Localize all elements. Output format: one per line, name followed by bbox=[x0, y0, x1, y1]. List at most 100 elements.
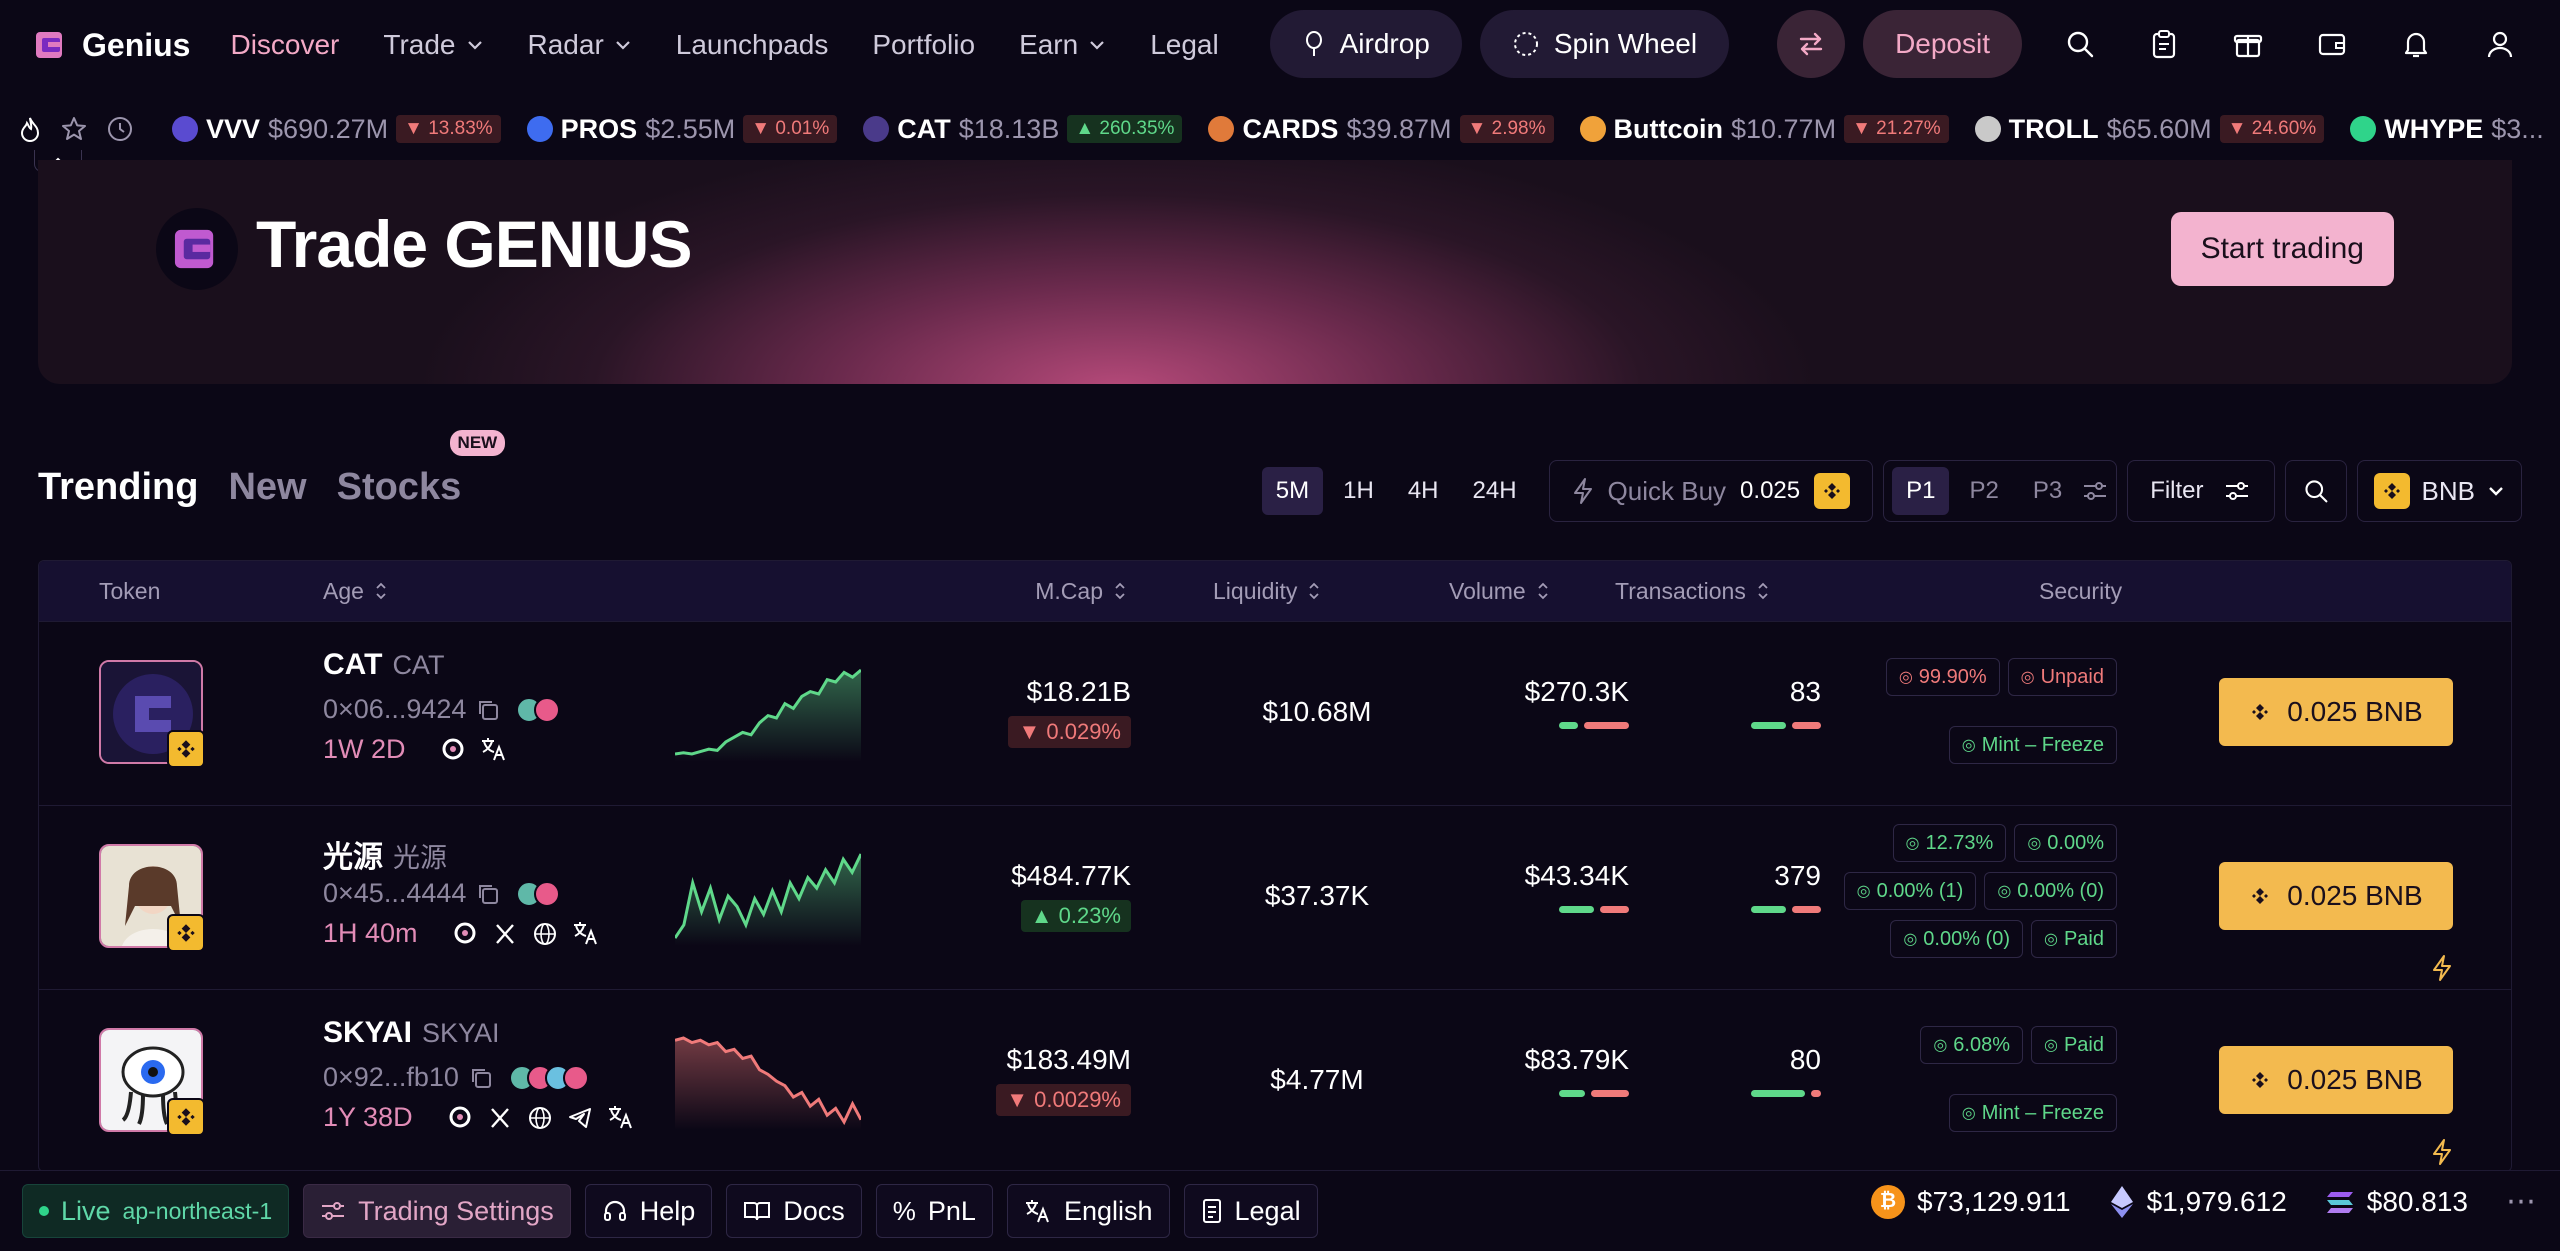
brand-logo[interactable]: Genius bbox=[34, 27, 190, 64]
ticker-item[interactable]: PROS $2.55M ▼ 0.01% bbox=[526, 114, 838, 145]
docs-button[interactable]: Docs bbox=[726, 1184, 862, 1238]
copy-icon[interactable] bbox=[476, 698, 500, 722]
tab-new[interactable]: New bbox=[228, 466, 306, 509]
col-age[interactable]: Age bbox=[323, 578, 390, 605]
quick-buy-button[interactable]: 0.025 BNB bbox=[2219, 862, 2453, 930]
nav-legal[interactable]: Legal bbox=[1150, 29, 1219, 61]
telegram-icon[interactable] bbox=[567, 1104, 593, 1132]
top-holders[interactable] bbox=[516, 880, 561, 907]
quick-buy-button[interactable]: 0.025 BNB bbox=[2219, 678, 2453, 746]
table-search-button[interactable] bbox=[2284, 460, 2347, 522]
star-icon[interactable] bbox=[60, 115, 88, 143]
ticker-item[interactable]: CAT $18.13B ▲ 260.35% bbox=[863, 114, 1183, 145]
table-row[interactable]: CAT CAT 0×06...9424 1W 2D $18.21B ▼ 0.029% $10… bbox=[39, 621, 2511, 805]
quick-buy-button[interactable]: 0.025 BNB bbox=[2219, 1046, 2453, 1114]
nav-trade[interactable]: Trade bbox=[383, 29, 483, 61]
security-chip[interactable]: ◎ Paid bbox=[2031, 920, 2117, 958]
security-chip[interactable]: ◎ 0.00% (0) bbox=[1984, 872, 2117, 910]
nav-portfolio[interactable]: Portfolio bbox=[872, 29, 975, 61]
sort-icon[interactable] bbox=[1111, 582, 1129, 600]
sort-icon[interactable] bbox=[1534, 582, 1552, 600]
wallet-button[interactable] bbox=[2306, 18, 2358, 70]
nav-launchpads[interactable]: Launchpads bbox=[676, 29, 829, 61]
translate-icon[interactable] bbox=[480, 736, 506, 764]
top-holders[interactable] bbox=[516, 696, 561, 723]
timeframe-5m[interactable]: 5M bbox=[1261, 467, 1324, 515]
security-chip[interactable]: ◎ 12.73% bbox=[1892, 824, 2007, 862]
x-icon[interactable] bbox=[492, 920, 518, 948]
flame-icon[interactable] bbox=[18, 115, 42, 143]
timeframe-4h[interactable]: 4H bbox=[1394, 467, 1453, 515]
quick-buy[interactable]: Quick Buy 0.025 bbox=[1548, 460, 1874, 522]
nav-radar[interactable]: Radar bbox=[528, 29, 632, 61]
security-chip[interactable]: ◎ Mint – Freeze bbox=[1948, 726, 2117, 764]
security-chip[interactable]: ◎ Paid bbox=[2031, 1026, 2117, 1064]
search-icon[interactable] bbox=[447, 1104, 473, 1132]
preset-p2[interactable]: P2 bbox=[1955, 467, 2012, 515]
web-icon[interactable] bbox=[532, 920, 558, 948]
top-holders[interactable] bbox=[508, 1064, 589, 1091]
tab-stocks[interactable]: Stocks NEW bbox=[337, 430, 506, 509]
language-button[interactable]: English bbox=[1006, 1184, 1170, 1238]
sort-icon[interactable] bbox=[1754, 582, 1772, 600]
trading-settings-button[interactable]: Trading Settings bbox=[303, 1184, 571, 1238]
col-transactions[interactable]: Transactions bbox=[1615, 578, 1772, 605]
tab-trending[interactable]: Trending bbox=[38, 466, 198, 509]
lightning-icon[interactable] bbox=[2431, 1138, 2453, 1166]
sort-icon[interactable] bbox=[372, 582, 390, 600]
col-liquidity[interactable]: Liquidity bbox=[1213, 578, 1323, 605]
start-trading-button[interactable]: Start trading bbox=[2170, 212, 2394, 286]
gift-button[interactable] bbox=[2222, 18, 2274, 70]
sort-icon[interactable] bbox=[1305, 582, 1323, 600]
profile-button[interactable] bbox=[2474, 18, 2526, 70]
table-row[interactable]: 光源 光源 0×45...4444 1H 40m $484.77K ▲ 0.23% $37.… bbox=[39, 805, 2511, 989]
lightning-icon[interactable] bbox=[2431, 954, 2453, 982]
nav-discover[interactable]: Discover bbox=[230, 29, 339, 61]
security-chip[interactable]: ◎ 6.08% bbox=[1920, 1026, 2023, 1064]
timeframe-1h[interactable]: 1H bbox=[1329, 467, 1388, 515]
clipboard-button[interactable] bbox=[2138, 18, 2190, 70]
chain-selector[interactable]: BNB bbox=[2356, 460, 2522, 522]
preset-p3[interactable]: P3 bbox=[2019, 467, 2076, 515]
security-chip[interactable]: ◎ 99.90% bbox=[1885, 658, 2000, 696]
nav-earn[interactable]: Earn bbox=[1019, 29, 1106, 61]
search-icon[interactable] bbox=[452, 920, 478, 948]
token-name[interactable]: CAT CAT bbox=[323, 648, 444, 682]
security-chip[interactable]: ◎ 0.00% (1) bbox=[1843, 872, 1977, 910]
legal-button[interactable]: Legal bbox=[1183, 1184, 1318, 1238]
swap-button[interactable] bbox=[1777, 10, 1846, 78]
copy-icon[interactable] bbox=[476, 882, 500, 906]
token-name[interactable]: SKYAI SKYAI bbox=[323, 1016, 499, 1050]
notifications-button[interactable] bbox=[2390, 18, 2442, 70]
translate-icon[interactable] bbox=[572, 920, 598, 948]
deposit-button[interactable]: Deposit bbox=[1863, 10, 2022, 78]
ticker-item[interactable]: CARDS $39.87M ▼ 2.98% bbox=[1208, 114, 1554, 145]
security-chip[interactable]: ◎ Mint – Freeze bbox=[1948, 1094, 2117, 1132]
help-button[interactable]: Help bbox=[584, 1184, 713, 1238]
token-name[interactable]: 光源 光源 bbox=[323, 832, 447, 876]
copy-icon[interactable] bbox=[469, 1066, 493, 1090]
security-chip[interactable]: ◎ 0.00% bbox=[2014, 824, 2117, 862]
preset-p1[interactable]: P1 bbox=[1892, 467, 1950, 515]
timeframe-24h[interactable]: 24H bbox=[1459, 467, 1531, 515]
search-button[interactable] bbox=[2054, 18, 2106, 70]
quick-buy-amount[interactable]: 0.025 bbox=[1740, 477, 1800, 505]
live-status[interactable]: Live ap-northeast-1 bbox=[22, 1184, 290, 1238]
security-chip[interactable]: ◎ 0.00% (0) bbox=[1890, 920, 2023, 958]
ticker-item[interactable]: WHYPE $3... bbox=[2350, 114, 2544, 145]
spin-wheel-button[interactable]: Spin Wheel bbox=[1479, 10, 1730, 78]
pnl-button[interactable]: % PnL bbox=[875, 1184, 993, 1238]
clock-icon[interactable] bbox=[106, 115, 134, 143]
col-mcap[interactable]: M.Cap bbox=[1035, 578, 1129, 605]
ticker-item[interactable]: TROLL $65.60M ▼ 24.60% bbox=[1974, 114, 2325, 145]
table-row[interactable]: SKYAI SKYAI 0×92...fb10 1Y 38D $183.49M ▼ 0.0… bbox=[39, 989, 2511, 1171]
x-icon[interactable] bbox=[487, 1104, 513, 1132]
col-volume[interactable]: Volume bbox=[1449, 578, 1552, 605]
filter-button[interactable]: Filter bbox=[2127, 460, 2275, 522]
ticker-item[interactable]: Buttcoin $10.77M ▼ 21.27% bbox=[1579, 114, 1949, 145]
preset-settings-icon[interactable] bbox=[2082, 479, 2108, 503]
ticker-item[interactable]: VVV $690.27M ▼ 13.83% bbox=[172, 114, 501, 145]
translate-icon[interactable] bbox=[607, 1104, 633, 1132]
search-icon[interactable] bbox=[440, 736, 466, 764]
more-options-button[interactable]: ⋯ bbox=[2506, 1184, 2538, 1219]
